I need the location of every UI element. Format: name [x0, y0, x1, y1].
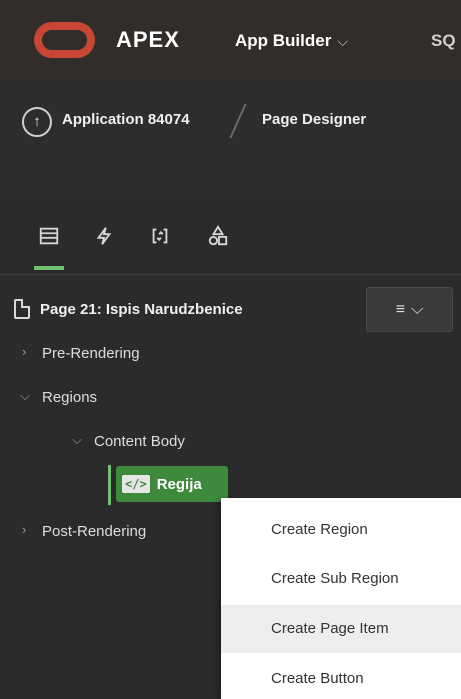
breadcrumb-application[interactable]: Application 84074 — [62, 111, 190, 128]
chevron-down-icon[interactable]: ⌵ — [20, 388, 30, 404]
menu-item-create-page-item[interactable]: Create Page Item — [221, 605, 461, 653]
menu-item-create-region[interactable]: Create Region — [221, 506, 461, 554]
page-icon — [14, 299, 30, 319]
shapes-icon — [208, 225, 228, 246]
breadcrumb-bar — [0, 80, 461, 200]
selection-indicator — [108, 465, 111, 505]
menu-item-create-button[interactable]: Create Button — [221, 655, 461, 699]
tree-page-title[interactable]: Page 21: Ispis Narudzbenice — [40, 301, 243, 318]
tab-shared-components[interactable] — [202, 220, 234, 252]
tab-processing[interactable] — [144, 220, 176, 252]
chevron-right-icon[interactable]: › — [22, 522, 26, 537]
lightning-icon — [96, 227, 112, 245]
tree-node-content-body[interactable]: Content Body — [94, 433, 185, 450]
tree-node-post-rendering[interactable]: Post-Rendering — [42, 523, 146, 540]
tab-rendering[interactable] — [33, 220, 65, 252]
app-builder-label: App Builder — [235, 31, 332, 50]
processing-icon — [152, 228, 168, 244]
tree-menu-button[interactable]: ≡ ⌵ — [366, 287, 453, 332]
region-label: Regija — [156, 475, 202, 493]
active-tab-indicator — [34, 266, 64, 270]
region-code-icon: </> — [122, 475, 150, 493]
oracle-logo-icon[interactable] — [34, 22, 95, 58]
chevron-down-icon[interactable]: ⌵ — [72, 432, 82, 448]
tree-node-pre-rendering[interactable]: Pre-Rendering — [42, 345, 140, 362]
sql-workshop-menu[interactable]: SQ — [431, 31, 456, 51]
up-arrow-icon[interactable]: ↑ — [22, 107, 52, 137]
breadcrumb-page-designer: Page Designer — [262, 111, 367, 128]
apex-brand[interactable]: APEX — [116, 27, 180, 53]
context-menu: Create Region Create Sub Region Create P… — [221, 498, 461, 699]
menu-item-create-sub-region[interactable]: Create Sub Region — [221, 555, 461, 603]
chevron-down-icon: ⌵ — [337, 33, 348, 49]
chevron-right-icon[interactable]: › — [22, 344, 26, 359]
chevron-down-icon: ⌵ — [411, 300, 424, 318]
app-builder-menu[interactable]: App Builder ⌵ — [235, 31, 348, 51]
hamburger-icon: ≡ — [395, 300, 406, 318]
rendering-icon — [39, 227, 59, 245]
tab-dynamic-actions[interactable] — [88, 220, 120, 252]
tree-node-regions[interactable]: Regions — [42, 389, 97, 406]
tree-node-region-selected[interactable]: </> Regija — [116, 466, 228, 502]
